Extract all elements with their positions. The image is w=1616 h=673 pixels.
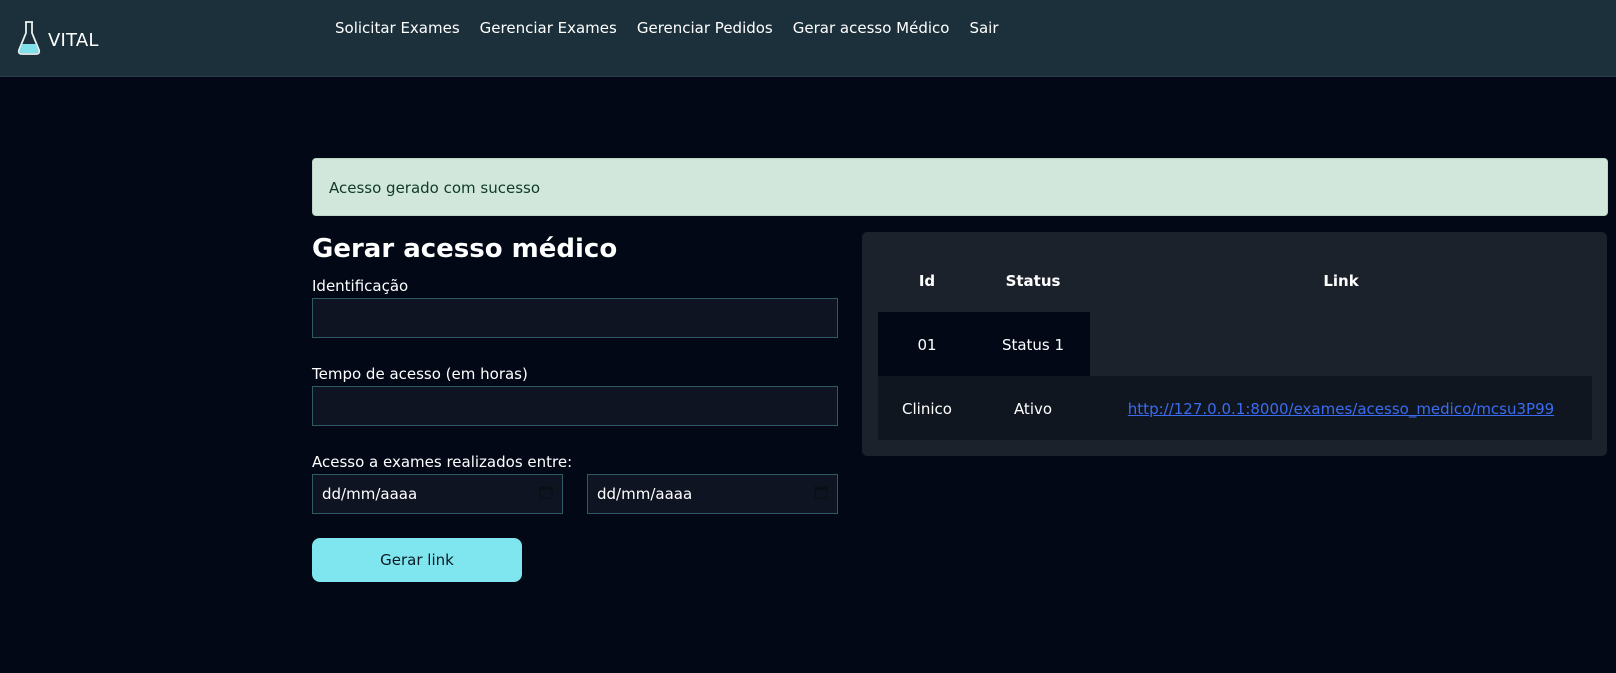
top-navbar: VITAL Solicitar Exames Gerenciar Exames …: [0, 0, 1616, 77]
nav-gerenciar-pedidos[interactable]: Gerenciar Pedidos: [637, 19, 773, 37]
brand-name: VITAL: [48, 29, 99, 51]
brand[interactable]: VITAL: [17, 20, 99, 60]
calendar-icon[interactable]: [539, 485, 553, 503]
row-status: Ativo: [1013, 400, 1053, 418]
identificacao-input[interactable]: [312, 298, 838, 338]
access-link[interactable]: http://127.0.0.1:8000/exames/acesso_medi…: [1128, 400, 1554, 418]
end-date-input[interactable]: dd/mm/aaaa: [587, 474, 838, 514]
nav-gerar-acesso-medico[interactable]: Gerar acesso Médico: [793, 19, 950, 37]
nav-sair[interactable]: Sair: [969, 19, 998, 37]
alert-message: Acesso gerado com sucesso: [329, 179, 541, 197]
column-header-link: Link: [1323, 272, 1359, 290]
tempo-label: Tempo de acesso (em horas): [312, 365, 528, 383]
success-alert: Acesso gerado com sucesso: [312, 158, 1608, 216]
column-header-id: Id: [918, 272, 936, 290]
identificacao-label: Identificação: [312, 277, 409, 295]
periodo-label: Acesso a exames realizados entre:: [312, 453, 573, 471]
row-id: 01: [917, 336, 937, 354]
start-date-input[interactable]: dd/mm/aaaa: [312, 474, 563, 514]
row-id: Clinico: [902, 400, 952, 418]
nav-links: Solicitar Exames Gerenciar Exames Gerenc…: [335, 19, 1019, 37]
row-status: Status 1: [1001, 336, 1065, 354]
nav-solicitar-exames[interactable]: Solicitar Exames: [335, 19, 460, 37]
gerar-link-button[interactable]: Gerar link: [312, 538, 522, 582]
column-header-status: Status: [1005, 272, 1061, 290]
flask-icon: [17, 20, 41, 60]
start-date-placeholder: dd/mm/aaaa: [322, 485, 418, 503]
calendar-icon[interactable]: [814, 485, 828, 503]
form-title: Gerar acesso médico: [312, 234, 618, 264]
access-table: Id Status Link 01 Status 1 Clinico Ativo…: [862, 232, 1607, 456]
nav-gerenciar-exames[interactable]: Gerenciar Exames: [480, 19, 617, 37]
tempo-input[interactable]: [312, 386, 838, 426]
end-date-placeholder: dd/mm/aaaa: [597, 485, 693, 503]
